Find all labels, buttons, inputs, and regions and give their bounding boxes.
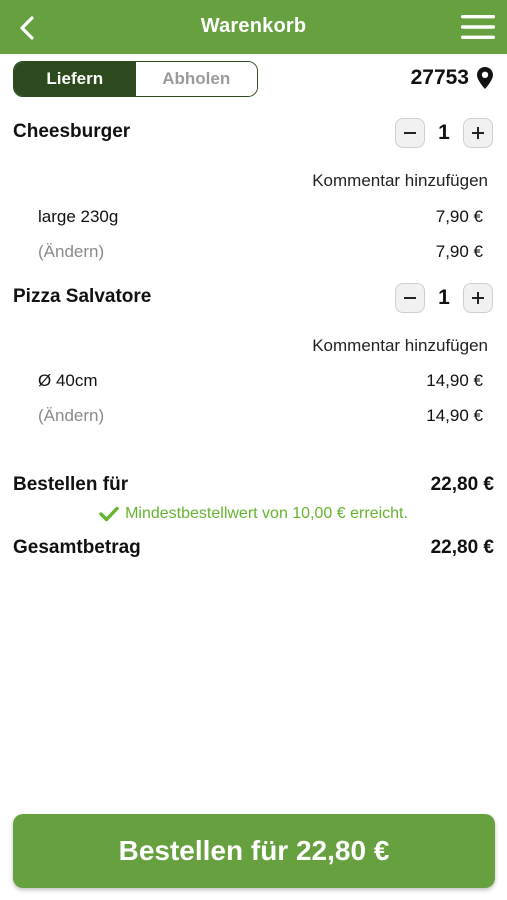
total-value: 22,80 €	[430, 537, 494, 558]
quantity-stepper: 1	[395, 283, 493, 313]
item-total-price: 14,90 €	[426, 406, 483, 425]
delivery-mode-toggle: Liefern Abholen	[13, 61, 258, 97]
cart-item-name: Cheesburger	[13, 121, 131, 142]
item-option-price: 7,90 €	[435, 207, 483, 226]
item-option-price: 14,90 €	[426, 371, 483, 390]
item-option-row: large 230g 7,90 €	[38, 207, 483, 227]
checkmark-icon	[99, 506, 119, 522]
decrease-quantity-button[interactable]	[395, 283, 425, 313]
min-order-note: Mindestbestellwert von 10,00 € erreicht.	[0, 505, 507, 523]
order-for-label: Bestellen für	[13, 474, 129, 495]
item-option-label: Ø 40cm	[38, 371, 98, 390]
item-change-row: (Ändern) 14,90 €	[38, 406, 483, 426]
zip-code: 27753	[410, 66, 469, 89]
page-title: Warenkorb	[200, 15, 307, 37]
item-change-row: (Ändern) 7,90 €	[38, 242, 483, 262]
plus-icon	[472, 127, 484, 139]
place-order-button[interactable]: Bestellen für 22,80 €	[13, 814, 495, 888]
total-row: Gesamtbetrag 22,80 €	[13, 537, 494, 559]
change-item-link[interactable]: (Ändern)	[38, 242, 104, 262]
quantity-value: 1	[438, 286, 450, 309]
add-comment-link[interactable]: Kommentar hinzufügen	[312, 171, 488, 191]
menu-button[interactable]	[461, 14, 495, 40]
tab-liefern[interactable]: Liefern	[14, 62, 136, 96]
minus-icon	[404, 297, 416, 299]
location-pin-icon	[477, 67, 493, 89]
item-option-row: Ø 40cm 14,90 €	[38, 371, 483, 391]
increase-quantity-button[interactable]	[463, 118, 493, 148]
add-comment-link[interactable]: Kommentar hinzufügen	[312, 336, 488, 356]
hamburger-menu-icon	[461, 15, 495, 39]
item-total-price: 7,90 €	[435, 242, 483, 261]
total-label: Gesamtbetrag	[13, 537, 141, 558]
tab-abholen[interactable]: Abholen	[135, 62, 257, 96]
item-option-label: large 230g	[38, 207, 119, 226]
quantity-value: 1	[438, 121, 450, 144]
cart-item-name: Pizza Salvatore	[13, 286, 152, 307]
plus-icon	[472, 292, 484, 304]
location-selector[interactable]: 27753	[411, 66, 493, 90]
decrease-quantity-button[interactable]	[395, 118, 425, 148]
minus-icon	[404, 132, 416, 134]
change-item-link[interactable]: (Ändern)	[38, 406, 104, 426]
order-for-row: Bestellen für 22,80 €	[13, 474, 494, 496]
min-order-text: Mindestbestellwert von 10,00 € erreicht.	[125, 505, 408, 522]
app-header: Warenkorb	[0, 0, 507, 54]
quantity-stepper: 1	[395, 118, 493, 148]
order-for-value: 22,80 €	[430, 474, 494, 495]
increase-quantity-button[interactable]	[463, 283, 493, 313]
